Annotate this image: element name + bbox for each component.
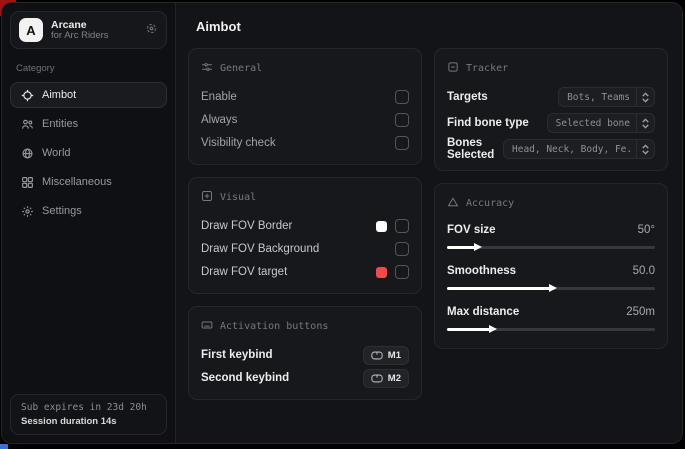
fov-size-value: 50° bbox=[638, 224, 655, 236]
mouse-icon bbox=[371, 351, 383, 360]
second-keybind-button[interactable]: M2 bbox=[363, 369, 409, 388]
visibility-check-checkbox[interactable] bbox=[395, 136, 409, 150]
fov-target-color-swatch[interactable] bbox=[376, 267, 387, 278]
accuracy-section: Accuracy FOV size 50° bbox=[434, 183, 668, 349]
setting-row-draw-fov-target: Draw FOV target bbox=[201, 261, 409, 283]
setting-row-second-keybind: Second keybind M2 bbox=[201, 367, 409, 389]
keyboard-icon bbox=[201, 319, 213, 334]
setting-row-first-keybind: First keybind M1 bbox=[201, 344, 409, 366]
grid-icon bbox=[20, 175, 34, 189]
session-duration-text: Session duration 14s bbox=[21, 416, 156, 427]
targets-select[interactable]: Bots, Teams bbox=[558, 87, 655, 107]
app-logo: A bbox=[19, 18, 43, 42]
slider-thumb[interactable] bbox=[489, 325, 497, 333]
chevron-up-down-icon bbox=[636, 140, 654, 158]
desktop-background-blue bbox=[0, 444, 8, 449]
eye-icon bbox=[201, 190, 213, 205]
sidebar-item-miscellaneous[interactable]: Miscellaneous bbox=[10, 169, 167, 195]
category-label: Category bbox=[16, 63, 167, 74]
setting-row-always: Always bbox=[201, 109, 409, 131]
minus-square-icon bbox=[447, 61, 459, 76]
triangle-icon bbox=[447, 196, 459, 211]
gear-icon bbox=[20, 204, 34, 218]
fov-border-color-swatch[interactable] bbox=[376, 221, 387, 232]
setting-row-draw-fov-border: Draw FOV Border bbox=[201, 215, 409, 237]
setting-row-find-bone-type: Find bone type Selected bone bbox=[447, 112, 655, 134]
setting-row-smoothness: Smoothness 50.0 bbox=[447, 262, 655, 293]
app-subtitle: for Arc Riders bbox=[51, 31, 137, 42]
setting-row-enable: Enable bbox=[201, 86, 409, 108]
chevron-up-down-icon bbox=[636, 114, 654, 132]
setting-row-targets: Targets Bots, Teams bbox=[447, 86, 655, 108]
slider-thumb[interactable] bbox=[549, 284, 557, 292]
always-checkbox[interactable] bbox=[395, 113, 409, 127]
chevron-up-down-icon bbox=[636, 88, 654, 106]
bones-selected-select[interactable]: Head, Neck, Body, Fe.. bbox=[503, 139, 655, 159]
page-title: Aimbot bbox=[196, 19, 668, 34]
draw-fov-border-checkbox[interactable] bbox=[395, 219, 409, 233]
fov-size-slider[interactable] bbox=[447, 242, 655, 252]
main-panel: Aimbot General Enable Alw bbox=[176, 3, 682, 443]
sidebar-item-entities[interactable]: Entities bbox=[10, 111, 167, 137]
entities-icon bbox=[20, 117, 34, 131]
slider-thumb[interactable] bbox=[474, 243, 482, 251]
visual-section: Visual Draw FOV Border Draw FOV Backgrou… bbox=[188, 177, 422, 294]
setting-row-bones-selected: Bones Selected Head, Neck, Body, Fe.. bbox=[447, 138, 655, 160]
setting-row-draw-fov-background: Draw FOV Background bbox=[201, 238, 409, 260]
section-title: Activation buttons bbox=[220, 321, 328, 332]
subscription-status-card: Sub expires in 23d 20h Session duration … bbox=[10, 394, 167, 435]
smoothness-slider[interactable] bbox=[447, 283, 655, 293]
section-title: Accuracy bbox=[466, 198, 514, 209]
sidebar-item-label: Settings bbox=[42, 205, 82, 217]
setting-row-fov-size: FOV size 50° bbox=[447, 221, 655, 252]
sidebar-item-settings[interactable]: Settings bbox=[10, 198, 167, 224]
smoothness-value: 50.0 bbox=[633, 265, 655, 277]
sidebar-item-label: Aimbot bbox=[42, 89, 76, 101]
crosshair-icon bbox=[20, 88, 34, 102]
activation-buttons-section: Activation buttons First keybind M1 Seco… bbox=[188, 306, 422, 400]
tracker-section: Tracker Targets Bots, Teams Find bone ty… bbox=[434, 48, 668, 171]
sidebar-item-world[interactable]: World bbox=[10, 140, 167, 166]
arcane-window: A Arcane for Arc Riders Category Aimbot … bbox=[1, 2, 683, 444]
max-distance-slider[interactable] bbox=[447, 324, 655, 334]
app-name: Arcane bbox=[51, 19, 137, 31]
draw-fov-background-checkbox[interactable] bbox=[395, 242, 409, 256]
sliders-icon bbox=[201, 61, 213, 76]
brand-card: A Arcane for Arc Riders bbox=[10, 11, 167, 49]
refresh-icon[interactable] bbox=[145, 22, 158, 38]
first-keybind-button[interactable]: M1 bbox=[363, 346, 409, 365]
setting-row-visibility-check: Visibility check bbox=[201, 132, 409, 154]
sidebar-item-label: Entities bbox=[42, 118, 78, 130]
mouse-icon bbox=[371, 374, 383, 383]
general-section: General Enable Always Visibility check bbox=[188, 48, 422, 165]
draw-fov-target-checkbox[interactable] bbox=[395, 265, 409, 279]
find-bone-type-select[interactable]: Selected bone bbox=[547, 113, 655, 133]
max-distance-value: 250m bbox=[626, 306, 655, 318]
section-title: Tracker bbox=[466, 63, 508, 74]
enable-checkbox[interactable] bbox=[395, 90, 409, 104]
setting-row-max-distance: Max distance 250m bbox=[447, 303, 655, 334]
sidebar-item-label: Miscellaneous bbox=[42, 176, 112, 188]
section-title: General bbox=[220, 63, 262, 74]
sidebar: A Arcane for Arc Riders Category Aimbot … bbox=[2, 3, 176, 443]
section-title: Visual bbox=[220, 192, 256, 203]
sidebar-item-aimbot[interactable]: Aimbot bbox=[10, 82, 167, 108]
sub-expires-text: Sub expires in 23d 20h bbox=[21, 402, 156, 413]
sidebar-item-label: World bbox=[42, 147, 71, 159]
globe-icon bbox=[20, 146, 34, 160]
